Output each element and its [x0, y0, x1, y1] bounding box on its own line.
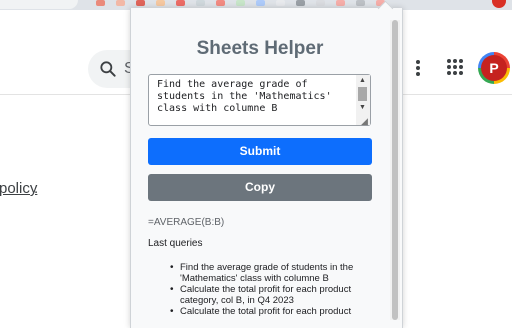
extension-icon[interactable] [356, 0, 365, 6]
query-textarea[interactable]: Find the average grade of students in th… [148, 74, 371, 126]
extension-icon[interactable] [116, 0, 125, 6]
last-queries-list: Find the average grade of students in th… [148, 262, 372, 317]
apps-grid-icon[interactable] [446, 58, 464, 76]
extension-icons [92, 0, 512, 8]
popup-scrollbar-thumb[interactable] [392, 20, 398, 320]
policy-suffix: . [34, 180, 39, 197]
formula-result: =AVERAGE(B:B) [148, 217, 225, 228]
copy-button[interactable]: Copy [148, 174, 372, 201]
extension-icon[interactable] [296, 0, 305, 6]
list-item[interactable]: Calculate the total profit for each prod… [148, 284, 372, 306]
scroll-up-icon[interactable]: ▲ [359, 77, 366, 84]
extension-icon[interactable] [216, 0, 225, 6]
more-options-icon[interactable] [412, 58, 424, 78]
extension-icon[interactable] [316, 0, 325, 6]
popup-title: Sheets Helper [196, 38, 324, 59]
extension-icon[interactable] [276, 0, 285, 6]
extension-icon[interactable] [196, 0, 205, 6]
address-bar[interactable] [0, 0, 78, 9]
resize-handle-icon[interactable]: ◢ [361, 116, 368, 127]
extension-icon[interactable] [96, 0, 105, 6]
extension-icon[interactable] [136, 0, 145, 6]
textarea-scrollbar-thumb[interactable] [358, 87, 367, 101]
extension-icon[interactable] [176, 0, 185, 6]
extension-icon[interactable] [256, 0, 265, 6]
popup-scrollbar[interactable] [390, 20, 400, 320]
extension-icon[interactable] [156, 0, 165, 6]
avatar-letter: P [481, 55, 507, 81]
list-item[interactable]: Calculate the total profit for each prod… [148, 306, 372, 317]
submit-button[interactable]: Submit [148, 138, 372, 165]
search-icon [100, 61, 116, 77]
last-queries-heading: Last queries [148, 238, 203, 249]
avatar[interactable]: P [478, 52, 510, 84]
extension-icon[interactable] [336, 0, 345, 6]
policy-link[interactable]: policy [0, 180, 37, 197]
extension-icon[interactable] [236, 0, 245, 6]
scroll-down-icon[interactable]: ▼ [359, 104, 366, 111]
list-item[interactable]: Find the average grade of students in th… [148, 262, 372, 284]
